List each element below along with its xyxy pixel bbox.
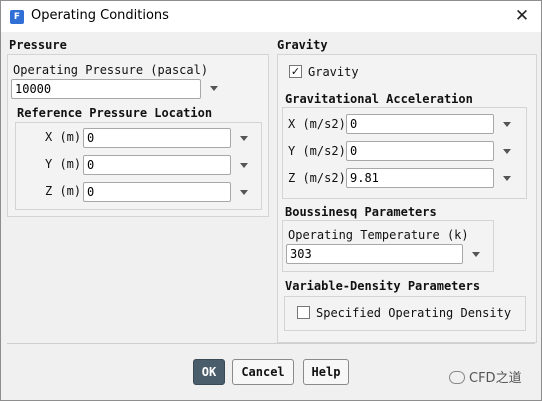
operating-pressure-label: Operating Pressure (pascal) — [13, 63, 209, 77]
operating-pressure-input[interactable]: 10000 — [11, 79, 201, 99]
pressure-section-title: Pressure — [9, 38, 67, 52]
watermark-text: CFD之道 — [469, 371, 522, 386]
ref-x-label: X (m) — [45, 130, 82, 144]
ref-z-input[interactable]: 0 — [83, 182, 231, 202]
footer-divider — [7, 343, 535, 344]
grav-z-label: Z (m/s2) — [288, 171, 346, 185]
grav-y-label: Y (m/s2) — [288, 144, 346, 158]
operating-temperature-label: Operating Temperature (k) — [288, 228, 469, 242]
ref-x-input[interactable]: 0 — [83, 128, 231, 148]
operating-conditions-dialog: F Operating Conditions ✕ Pressure Operat… — [0, 0, 542, 401]
ref-z-dropdown-icon[interactable] — [240, 190, 248, 195]
ref-x-dropdown-icon[interactable] — [240, 136, 248, 141]
gravity-checkbox-label: Gravity — [308, 65, 359, 79]
grav-x-label: X (m/s2) — [288, 117, 346, 131]
ref-y-label: Y (m) — [45, 157, 82, 171]
app-icon: F — [10, 10, 24, 24]
specified-operating-density-label: Specified Operating Density — [316, 306, 512, 320]
ref-y-dropdown-icon[interactable] — [240, 163, 248, 168]
ok-button[interactable]: OK — [193, 359, 225, 385]
ref-z-label: Z (m) — [45, 184, 82, 198]
specified-operating-density-checkbox[interactable] — [297, 306, 310, 319]
operating-temperature-input[interactable]: 303 — [286, 244, 463, 264]
chat-bubble-icon — [449, 371, 465, 384]
help-button[interactable]: Help — [303, 359, 349, 385]
boussinesq-parameters-title: Boussinesq Parameters — [285, 205, 437, 219]
grav-x-dropdown-icon[interactable] — [503, 122, 511, 127]
close-icon[interactable]: ✕ — [509, 3, 535, 29]
gravity-section-title: Gravity — [277, 38, 328, 52]
gravitational-acceleration-title: Gravitational Acceleration — [285, 92, 473, 106]
grav-y-dropdown-icon[interactable] — [503, 149, 511, 154]
window-title: Operating Conditions — [31, 8, 169, 23]
grav-z-dropdown-icon[interactable] — [503, 176, 511, 181]
grav-x-input[interactable]: 0 — [346, 114, 494, 134]
reference-pressure-location-title: Reference Pressure Location — [17, 106, 213, 120]
operating-pressure-dropdown-icon[interactable] — [210, 86, 218, 91]
ref-y-input[interactable]: 0 — [83, 155, 231, 175]
operating-temperature-dropdown-icon[interactable] — [472, 252, 480, 257]
watermark: CFD之道 — [449, 367, 522, 386]
cancel-button[interactable]: Cancel — [232, 359, 294, 385]
variable-density-parameters-title: Variable-Density Parameters — [285, 279, 481, 293]
grav-y-input[interactable]: 0 — [346, 141, 494, 161]
gravity-checkbox[interactable]: ✓ — [289, 65, 302, 78]
grav-z-input[interactable]: 9.81 — [346, 168, 494, 188]
title-bar: F Operating Conditions ✕ — [1, 1, 541, 32]
